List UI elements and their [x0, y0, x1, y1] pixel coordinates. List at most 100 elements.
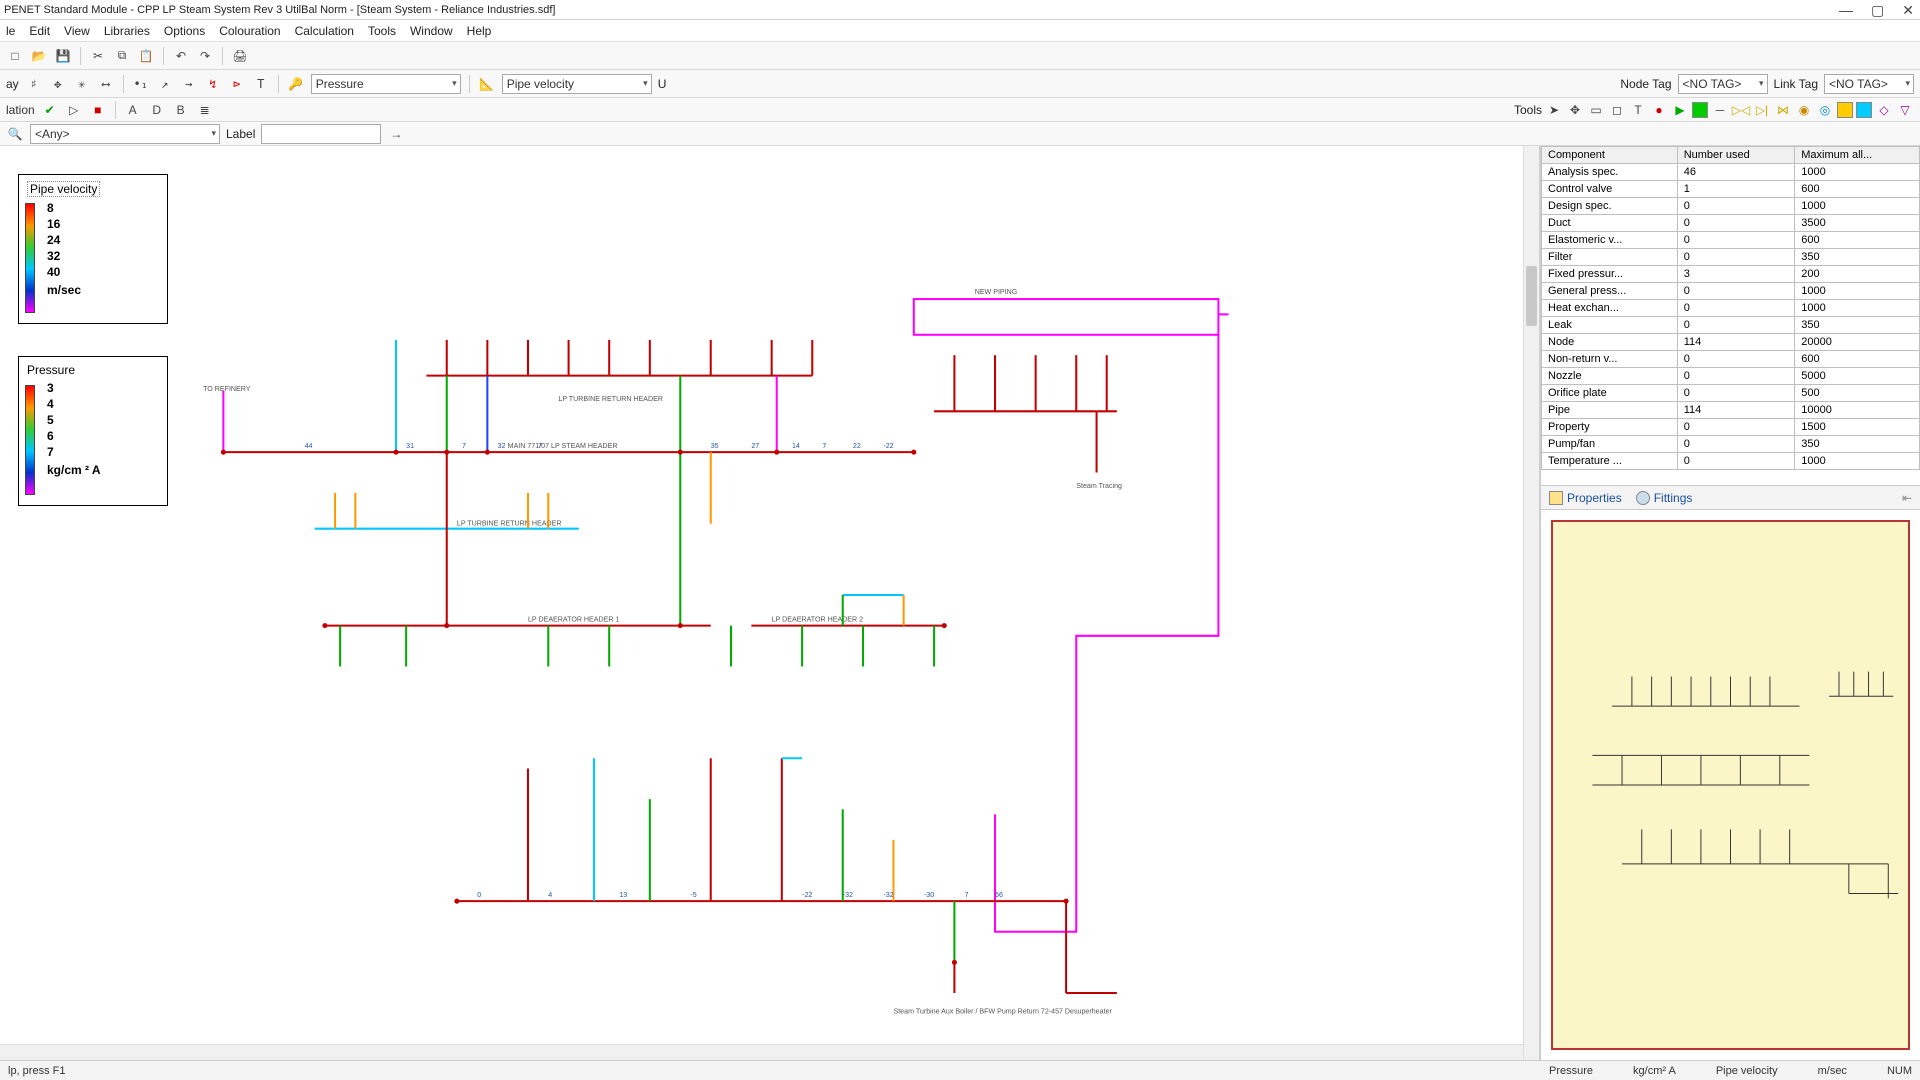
table-row[interactable]: Pump/fan0350 [1542, 436, 1920, 453]
cut-icon[interactable]: ✂ [89, 47, 107, 65]
table-row[interactable]: General press...01000 [1542, 283, 1920, 300]
table-row[interactable]: Leak0350 [1542, 317, 1920, 334]
table-row[interactable]: Property01500 [1542, 419, 1920, 436]
search-type-combo[interactable]: <Any> [30, 124, 220, 144]
menu-colouration[interactable]: Colouration [219, 24, 280, 38]
undo-icon[interactable]: ↶ [172, 47, 190, 65]
open-icon[interactable]: 📂 [30, 47, 48, 65]
svg-text:-32: -32 [843, 891, 853, 899]
table-row[interactable]: Non-return v...0600 [1542, 351, 1920, 368]
check-valve-icon[interactable]: ▷| [1753, 101, 1771, 119]
table-row[interactable]: Elastomeric v...0600 [1542, 232, 1920, 249]
arrow-tool-icon[interactable]: → [180, 75, 198, 93]
valve-icon[interactable]: ▷◁ [1732, 101, 1750, 119]
valve-tool-icon[interactable]: ⊳ [228, 75, 246, 93]
orifice-icon[interactable]: ◇ [1875, 101, 1893, 119]
search-go-icon[interactable]: → [387, 125, 405, 143]
mode-list-icon[interactable]: ≣ [196, 101, 214, 119]
compressor-icon[interactable]: ◎ [1816, 101, 1834, 119]
table-row[interactable]: Nozzle05000 [1542, 368, 1920, 385]
copy-icon[interactable]: ⧉ [113, 47, 131, 65]
node-tool-icon[interactable]: •₁ [132, 75, 150, 93]
menu-help[interactable]: Help [467, 24, 492, 38]
table-row[interactable]: Analysis spec.461000 [1542, 164, 1920, 181]
tab-fittings[interactable]: Fittings [1636, 491, 1693, 505]
pointer-tool-icon[interactable]: ➤ [1545, 101, 1563, 119]
table-row[interactable]: Filter0350 [1542, 249, 1920, 266]
filter-comp-icon[interactable] [1837, 102, 1853, 118]
pump-icon[interactable]: ◉ [1795, 101, 1813, 119]
link-tag-combo[interactable]: <NO TAG> [1824, 74, 1914, 94]
close-button[interactable]: ✕ [1902, 2, 1914, 19]
pipe-tool-icon[interactable]: ↗ [156, 75, 174, 93]
heatex-comp-icon[interactable] [1856, 102, 1872, 118]
control-valve-icon[interactable]: ⋈ [1774, 101, 1792, 119]
component-usage-grid[interactable]: Component Number used Maximum all... Ana… [1541, 146, 1920, 486]
status-green-icon[interactable] [1692, 102, 1708, 118]
canvas-hscroll[interactable] [0, 1044, 1523, 1060]
grid-header-max[interactable]: Maximum all... [1795, 147, 1920, 164]
menu-tools[interactable]: Tools [368, 24, 396, 38]
table-row[interactable]: Pipe11410000 [1542, 402, 1920, 419]
mode-a-icon[interactable]: A [124, 101, 142, 119]
zoom-window-icon[interactable]: ▭ [1587, 101, 1605, 119]
heat-tool-icon[interactable]: ↯ [204, 75, 222, 93]
colour-scheme-1-combo[interactable]: Pressure [311, 74, 461, 94]
colour-key-icon[interactable]: 🔑 [287, 75, 305, 93]
table-row[interactable]: Design spec.01000 [1542, 198, 1920, 215]
paste-icon[interactable]: 📋 [137, 47, 155, 65]
menu-edit[interactable]: Edit [29, 24, 50, 38]
grid-header-used[interactable]: Number used [1677, 147, 1795, 164]
select-tool-icon[interactable]: ◻ [1608, 101, 1626, 119]
maximize-button[interactable]: ▢ [1871, 2, 1884, 19]
pipe-draw-icon[interactable]: ─ [1711, 101, 1729, 119]
tab-properties[interactable]: Properties [1549, 491, 1622, 505]
overview-map[interactable] [1541, 510, 1920, 1060]
calc-step-icon[interactable]: ▷ [65, 101, 83, 119]
move-icon[interactable]: ✥ [49, 75, 67, 93]
menu-file[interactable]: le [6, 24, 15, 38]
menu-calculation[interactable]: Calculation [295, 24, 354, 38]
table-row[interactable]: Orifice plate0500 [1542, 385, 1920, 402]
run-sim-icon[interactable]: ▶ [1671, 101, 1689, 119]
menu-window[interactable]: Window [410, 24, 453, 38]
search-label-input[interactable] [261, 124, 381, 144]
table-row[interactable]: Heat exchan...01000 [1542, 300, 1920, 317]
colour-key2-icon[interactable]: 📐 [478, 75, 496, 93]
panel-pin-icon[interactable]: ⇤ [1902, 491, 1912, 505]
node-add-icon[interactable]: ● [1650, 101, 1668, 119]
table-row[interactable]: Node11420000 [1542, 334, 1920, 351]
text-label-icon[interactable]: T [1629, 101, 1647, 119]
snap-grid-icon[interactable]: ♯ [25, 75, 43, 93]
colour-scheme-2-combo[interactable]: Pipe velocity [502, 74, 652, 94]
menu-libraries[interactable]: Libraries [104, 24, 150, 38]
calc-run-icon[interactable]: ✔ [41, 101, 59, 119]
mode-b-icon[interactable]: B [172, 101, 190, 119]
calc-stop-icon[interactable]: ■ [89, 101, 107, 119]
search-icon[interactable]: 🔍 [6, 125, 24, 143]
redo-icon[interactable]: ↷ [196, 47, 214, 65]
pan-tool-icon[interactable]: ✥ [1566, 101, 1584, 119]
svg-text:13: 13 [619, 891, 627, 899]
node-tag-combo[interactable]: <NO TAG> [1678, 74, 1768, 94]
table-row[interactable]: Fixed pressur...3200 [1542, 266, 1920, 283]
table-row[interactable]: Control valve1600 [1542, 181, 1920, 198]
menu-view[interactable]: View [64, 24, 90, 38]
horiz-align-icon[interactable]: ⟷ [97, 75, 115, 93]
schematic-canvas[interactable]: NEW PIPING MAIN 771/07 LP STEAM HEADER L… [0, 146, 1540, 1060]
text-tool-icon[interactable]: T [252, 75, 270, 93]
snap-node-icon[interactable]: ✳ [73, 75, 91, 93]
mode-d-icon[interactable]: D [148, 101, 166, 119]
canvas-vscroll[interactable] [1523, 146, 1539, 1060]
print-icon[interactable]: 🖨 [231, 47, 249, 65]
properties-icon [1549, 491, 1563, 505]
minimize-button[interactable]: — [1839, 2, 1853, 19]
table-row[interactable]: Duct03500 [1542, 215, 1920, 232]
menu-options[interactable]: Options [164, 24, 205, 38]
nozzle-icon[interactable]: ▽ [1896, 101, 1914, 119]
grid-header-component[interactable]: Component [1542, 147, 1678, 164]
new-icon[interactable]: □ [6, 47, 24, 65]
svg-text:7: 7 [538, 442, 542, 450]
table-row[interactable]: Temperature ...01000 [1542, 453, 1920, 470]
save-icon[interactable]: 💾 [54, 47, 72, 65]
